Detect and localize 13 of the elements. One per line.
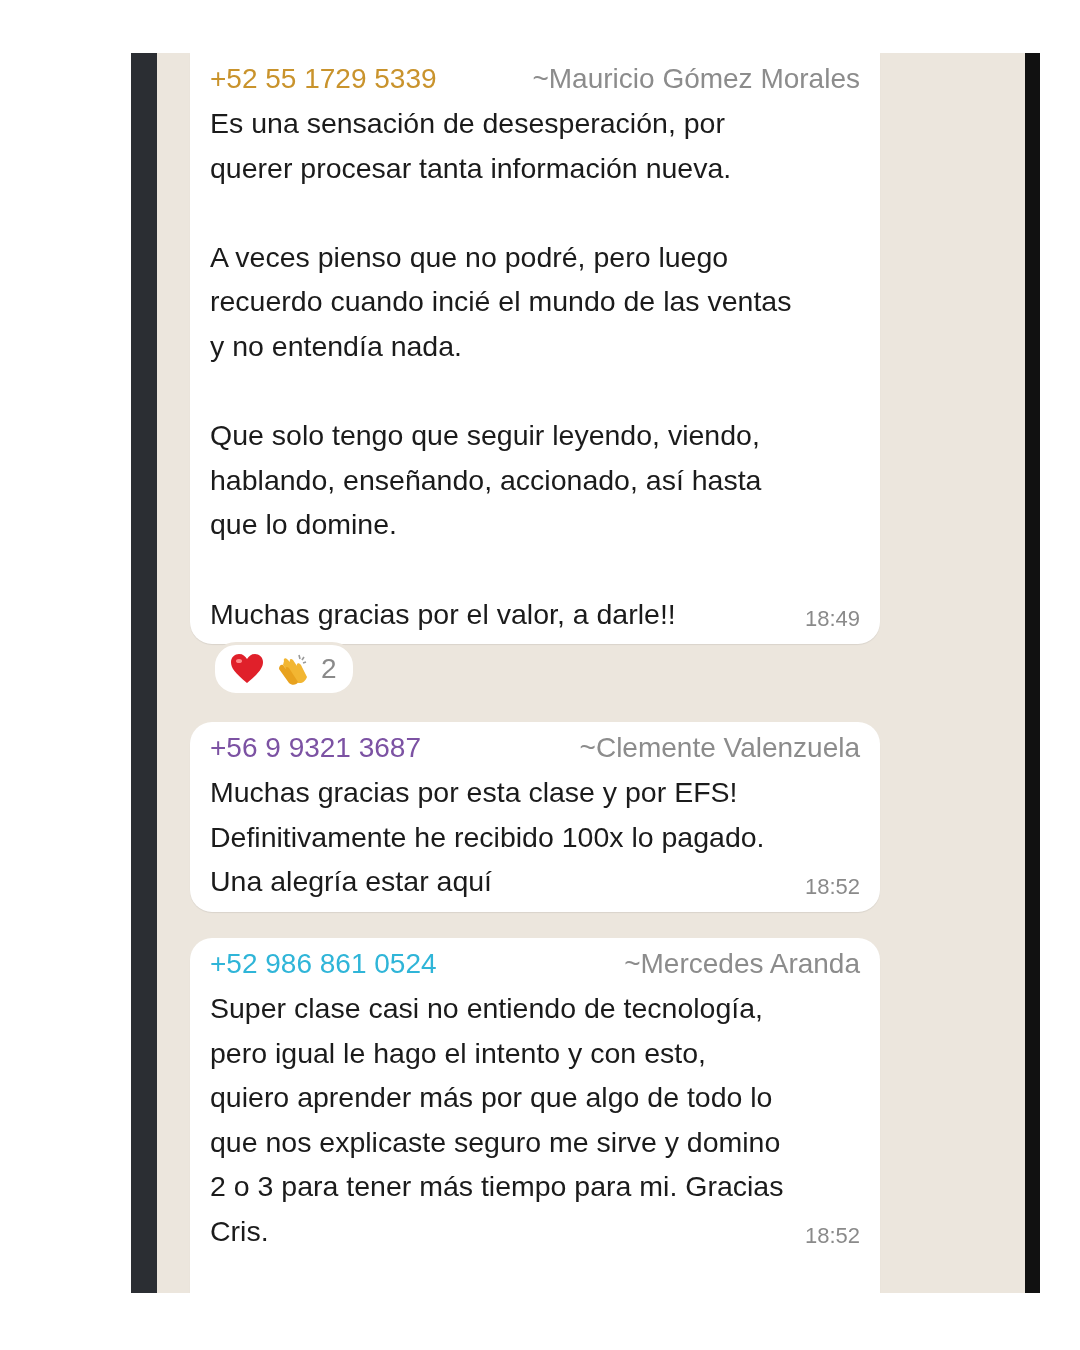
sender-name: ~Mauricio Gómez Morales bbox=[532, 62, 860, 96]
sender-phone: +56 9 9321 3687 bbox=[210, 731, 421, 766]
message-time: 18:52 bbox=[804, 1222, 860, 1251]
sender-name: ~Clemente Valenzuela bbox=[579, 731, 860, 766]
sender-phone: +52 986 861 0524 bbox=[210, 946, 437, 981]
message-time: 18:52 bbox=[804, 872, 860, 901]
reaction-count: 2 bbox=[321, 653, 337, 686]
sender-name: ~Mercedes Aranda bbox=[624, 946, 860, 981]
message-text: Super clase casi no entiendo de tecnología, pero igual le hago el intento y con esto, quiero aprender más por que algo de todo lo que nos explicaste seguro me sirve y domino 2 o 3 para tener más tiempo para mi. Gracias Cris. bbox=[210, 990, 785, 1249]
sender-phone: +52 55 1729 5339 bbox=[210, 62, 437, 96]
message-text: Muchas gracias por esta clase y por EFS! Definitivamente he recibido 100x lo pagado. Una alegría estar aquí bbox=[210, 775, 766, 900]
message-text: Es una sensación de desesperación, por querer procesar tanta información nueva. A veces pienso que no podré, pero luego recuerdo cuando incié el mundo de las ventas y no entendía nada. Que solo tengo que seguir leyendo, viendo, hablando, enseñando, accionado, así hasta que lo domine. Muchas gracias por el valor, a darle!! bbox=[210, 106, 793, 632]
message-time: 18:49 bbox=[804, 605, 860, 634]
